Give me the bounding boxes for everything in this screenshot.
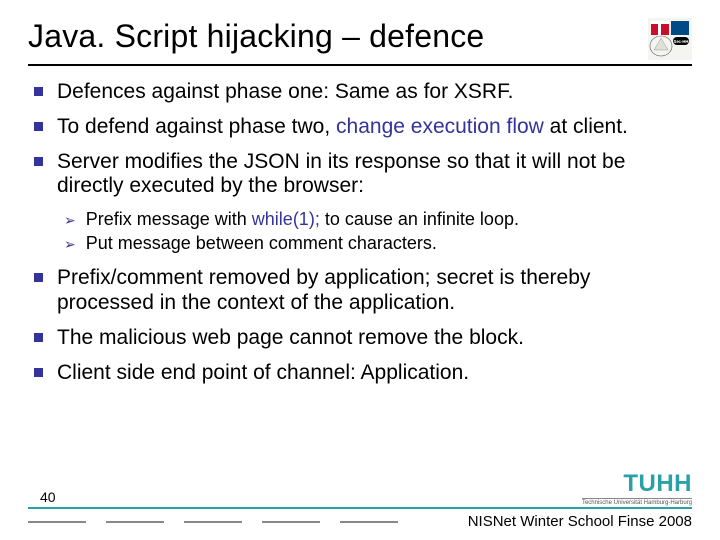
- square-bullet-icon: [34, 87, 43, 96]
- bullet-text: Prefix/comment removed by application; s…: [57, 266, 692, 316]
- bullet-item: To defend against phase two, change exec…: [34, 115, 692, 140]
- bullet-item: Client side end point of channel: Applic…: [34, 361, 692, 386]
- square-bullet-icon: [34, 368, 43, 377]
- sub-bullet-item: ➢ Put message between comment characters…: [64, 233, 692, 255]
- bullet-text: The malicious web page cannot remove the…: [57, 326, 524, 351]
- bullet-item: Server modifies the JSON in its response…: [34, 150, 692, 200]
- bullet-text: Defences against phase one: Same as for …: [57, 80, 513, 105]
- sub-bullet-text: Put message between comment characters.: [86, 233, 437, 255]
- slide-title: Java. Script hijacking – defence: [28, 18, 484, 55]
- svg-text:Sec-HH: Sec-HH: [674, 39, 689, 44]
- title-divider: [28, 64, 692, 66]
- page-number: 40: [40, 489, 692, 505]
- square-bullet-icon: [34, 122, 43, 131]
- footer-event: NISNet Winter School Finse 2008: [468, 513, 692, 530]
- square-bullet-icon: [34, 273, 43, 282]
- sub-bullet-text: Prefix message with while(1); to cause a…: [86, 209, 519, 231]
- arrow-bullet-icon: ➢: [64, 212, 76, 229]
- bullet-text: Server modifies the JSON in its response…: [57, 150, 692, 200]
- bullet-text: To defend against phase two, change exec…: [57, 115, 628, 140]
- sub-bullet-item: ➢ Prefix message with while(1); to cause…: [64, 209, 692, 231]
- arrow-bullet-icon: ➢: [64, 236, 76, 253]
- square-bullet-icon: [34, 157, 43, 166]
- sub-bullet-list: ➢ Prefix message with while(1); to cause…: [64, 209, 692, 254]
- square-bullet-icon: [34, 333, 43, 342]
- bullet-item: Defences against phase one: Same as for …: [34, 80, 692, 105]
- bullet-item: Prefix/comment removed by application; s…: [34, 266, 692, 316]
- sec-hh-logo: Sec-HH: [648, 18, 692, 60]
- slide-body: Defences against phase one: Same as for …: [28, 80, 692, 385]
- bullet-item: The malicious web page cannot remove the…: [34, 326, 692, 351]
- footer-dashes: [28, 521, 398, 523]
- footer-divider: [28, 507, 692, 509]
- bullet-text: Client side end point of channel: Applic…: [57, 361, 469, 386]
